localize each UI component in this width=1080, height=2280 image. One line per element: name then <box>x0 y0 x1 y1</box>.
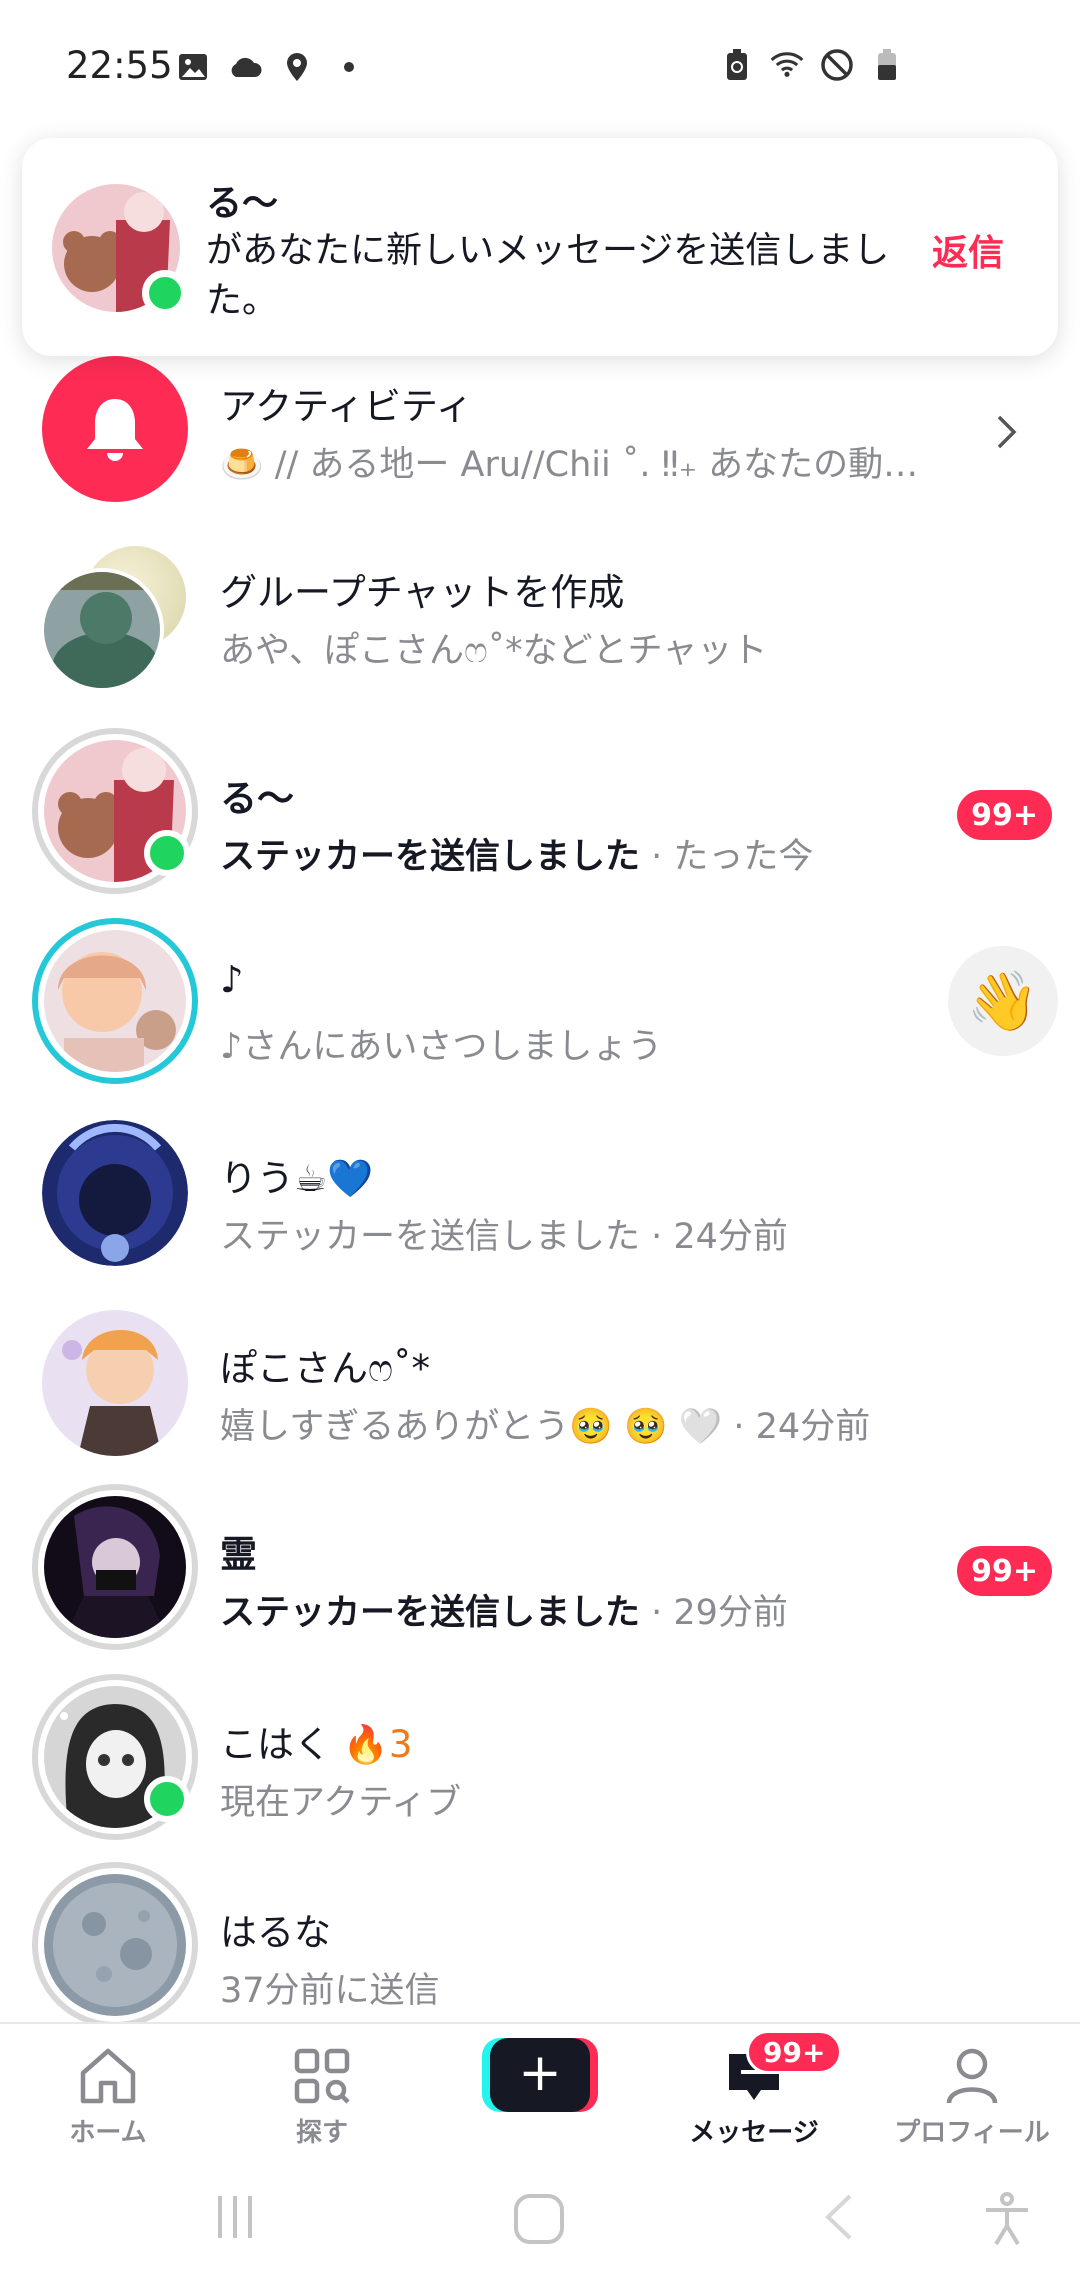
status-time: 22:55 <box>66 44 173 87</box>
activity-subtitle: 🍮 // ある地ー Aru//Chii ˚. ‼︎₊ あなたの動… <box>220 445 919 485</box>
chat-name: こはく <box>220 1723 331 1766</box>
online-status-dot <box>142 270 188 316</box>
do-not-disturb-icon <box>820 48 854 82</box>
chat-preview-text: ステッカーを送信しました <box>220 837 641 877</box>
chat-name: ぽこさんෆ˚* <box>220 1347 431 1390</box>
status-right-icons <box>720 48 904 82</box>
chat-name: はるな <box>220 1911 331 1954</box>
unread-badge: 99+ <box>957 790 1052 840</box>
group-avatar-front <box>40 568 164 692</box>
gallery-icon <box>176 50 210 84</box>
chat-preview-text: ステッカーを送信しました <box>220 1593 641 1633</box>
status-left-icons <box>176 50 366 84</box>
dot-icon <box>332 50 366 84</box>
home-icon <box>8 2044 208 2108</box>
chat-row[interactable]: こはく 🔥3 現在アクティブ <box>0 1664 1080 1844</box>
wifi-icon <box>770 48 804 82</box>
nav-explore[interactable]: 探す <box>222 2044 422 2149</box>
avatar <box>32 1862 198 2028</box>
avatar-image <box>44 1874 186 2016</box>
chat-name: 霊 <box>220 1533 257 1576</box>
group-chat-title: グループチャットを作成 <box>220 571 625 614</box>
create-button[interactable]: + <box>482 2038 598 2112</box>
notification-banner[interactable]: る〜 があなたに新しいメッセージを送信しました。 返信 <box>22 138 1058 356</box>
avatar-image <box>44 1496 186 1638</box>
avatar <box>32 1484 198 1650</box>
unread-badge: 99+ <box>957 1546 1052 1596</box>
avatar <box>42 1310 188 1456</box>
bell-icon <box>42 356 188 502</box>
chat-row[interactable]: ♪ ♪さんにあいさつしましょう 👋 <box>0 908 1080 1088</box>
chat-name: ♪ <box>220 958 244 1001</box>
chat-preview: ステッカーを送信しました · 29分前 <box>220 1584 788 1635</box>
chat-preview: ステッカーを送信しました · たった今 <box>220 828 813 879</box>
nav-profile[interactable]: プロフィール <box>872 2044 1072 2149</box>
battery-icon <box>870 48 904 82</box>
streak-count: 3 <box>388 1723 413 1766</box>
chevron-right-icon <box>996 414 1018 454</box>
explore-icon <box>222 2044 422 2108</box>
chat-name: る〜 <box>220 777 294 820</box>
activity-row[interactable]: アクティビティ 🍮 // ある地ー Aru//Chii ˚. ‼︎₊ あなたの動… <box>0 336 1080 516</box>
chat-preview: ♪さんにあいさつしましょう <box>220 1027 663 1067</box>
reply-button[interactable]: 返信 <box>932 224 1004 276</box>
home-button[interactable] <box>512 2192 566 2250</box>
nav-home-label: ホーム <box>69 2118 147 2148</box>
avatar-image <box>44 930 186 1072</box>
nav-explore-label: 探す <box>295 2118 348 2148</box>
nav-home[interactable]: ホーム <box>8 2044 208 2149</box>
chat-preview: ステッカーを送信しました · 24分前 <box>220 1217 788 1257</box>
messages-unread-badge: 99+ <box>746 2030 843 2074</box>
chat-name: りう☕💙 <box>220 1157 374 1200</box>
chat-row[interactable]: ぽこさんෆ˚* 嬉しすぎるありがとう🥹 🥹 🤍 · 24分前 <box>0 1288 1080 1468</box>
plus-icon: + <box>490 2038 590 2112</box>
bottom-navigation: ホーム 探す + メッセージ 99+ プロフィール <box>0 2022 1080 2162</box>
back-button[interactable] <box>820 2192 856 2246</box>
battery-saver-icon <box>720 48 754 82</box>
online-status-dot <box>144 1776 190 1822</box>
cloud-icon <box>228 50 262 84</box>
activity-title: アクティビティ <box>220 385 473 428</box>
avatar[interactable] <box>32 918 198 1084</box>
banner-sender-name: る〜 <box>206 183 279 224</box>
location-icon <box>280 50 314 84</box>
system-navigation <box>0 2162 1080 2280</box>
create-group-chat-row[interactable]: グループチャットを作成 あや、ぽこさんෆ˚*などとチャット <box>0 526 1080 706</box>
chat-row[interactable]: りう☕💙 ステッカーを送信しました · 24分前 <box>0 1098 1080 1278</box>
chat-name-line: こはく 🔥3 <box>220 1714 412 1768</box>
chat-row[interactable]: はるな 37分前に送信 <box>0 1852 1080 2032</box>
avatar <box>42 1120 188 1266</box>
nav-messages-label: メッセージ <box>689 2118 819 2148</box>
online-status-dot <box>144 830 190 876</box>
chat-row[interactable]: 霊 ステッカーを送信しました · 29分前 99+ <box>0 1474 1080 1654</box>
chat-time: · たった今 <box>640 837 814 877</box>
accessibility-icon[interactable] <box>982 2192 1032 2250</box>
status-bar: 22:55 <box>0 0 1080 130</box>
chat-preview: 嬉しすぎるありがとう🥹 🥹 🤍 · 24分前 <box>220 1407 871 1447</box>
profile-icon <box>872 2044 1072 2108</box>
banner-message: があなたに新しいメッセージを送信しました。 <box>206 230 890 321</box>
chat-row[interactable]: る〜 ステッカーを送信しました · たった今 99+ <box>0 718 1080 898</box>
chat-preview: 37分前に送信 <box>220 1971 440 2011</box>
streak-flame-icon: 🔥 <box>342 1723 389 1766</box>
group-chat-subtitle: あや、ぽこさんෆ˚*などとチャット <box>220 631 768 671</box>
chat-time: · 29分前 <box>640 1593 788 1633</box>
wave-button[interactable]: 👋 <box>948 946 1058 1056</box>
chat-preview: 現在アクティブ <box>220 1783 462 1823</box>
nav-profile-label: プロフィール <box>894 2118 1050 2148</box>
recent-apps-button[interactable] <box>210 2192 260 2246</box>
